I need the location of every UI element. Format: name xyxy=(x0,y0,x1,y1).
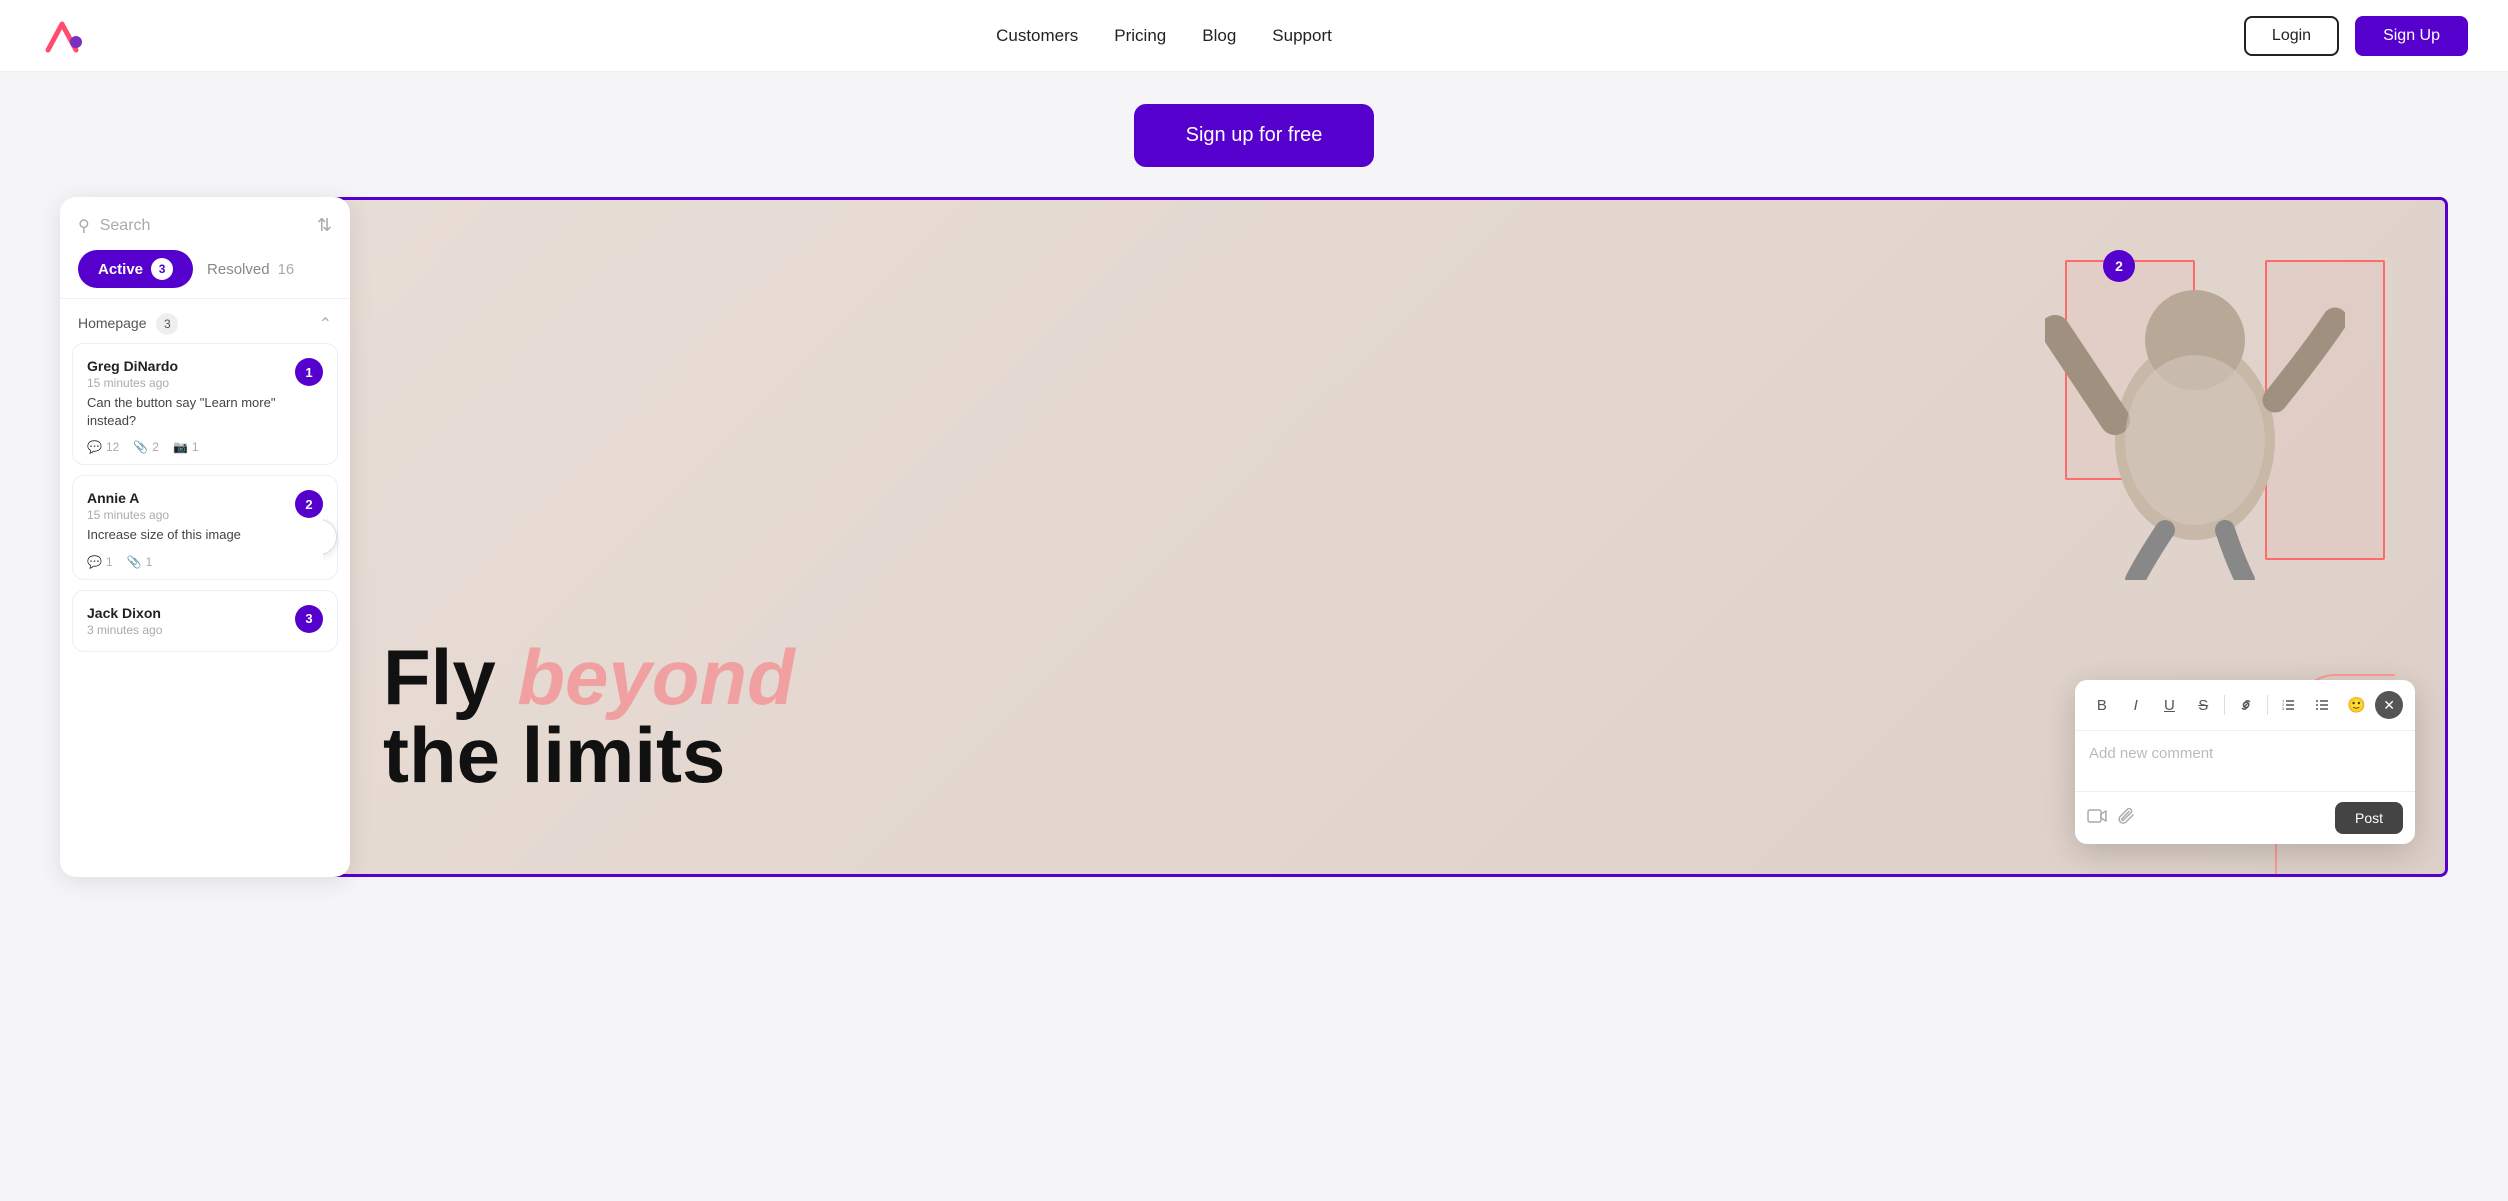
comment-attachments-2: 📎 1 xyxy=(127,555,153,569)
tab-resolved[interactable]: Resolved 16 xyxy=(193,250,308,288)
comment-badge-1: 1 xyxy=(295,358,323,386)
toolbar-italic[interactable]: I xyxy=(2121,690,2151,720)
comment-top-1: Greg DiNardo 15 minutes ago 1 xyxy=(87,358,323,390)
canvas-text-fly: Fly xyxy=(383,633,496,721)
sidebar-header: ⚲ Search ⇅ Active 3 Resolved 16 xyxy=(60,197,350,299)
comment-badge-2: 2 xyxy=(295,490,323,518)
toolbar-link[interactable] xyxy=(2231,690,2261,720)
toolbar-separator-1 xyxy=(2224,695,2225,715)
comment-info-2: Annie A 15 minutes ago xyxy=(87,490,169,522)
collapse-icon[interactable]: ⌃ xyxy=(319,314,332,334)
toolbar-bold[interactable]: B xyxy=(2087,690,2117,720)
canvas-area: ‹ 2 xyxy=(320,197,2448,877)
reply-icon-1: 💬 xyxy=(87,440,102,454)
toolbar-separator-2 xyxy=(2267,695,2268,715)
hero-area: Sign up for free xyxy=(0,72,2508,187)
comment-author-1: Greg DiNardo xyxy=(87,358,178,374)
post-button[interactable]: Post xyxy=(2335,802,2403,834)
tab-active[interactable]: Active 3 xyxy=(78,250,193,288)
editor-body[interactable]: Add new comment xyxy=(2075,731,2415,791)
sort-icon[interactable]: ⇅ xyxy=(317,215,332,236)
main-content: ⚲ Search ⇅ Active 3 Resolved 16 Homepage… xyxy=(0,187,2508,877)
comment-card-1[interactable]: Greg DiNardo 15 minutes ago 1 Can the bu… xyxy=(72,343,338,465)
canvas-text-beyond: beyond xyxy=(517,633,794,721)
search-label: Search xyxy=(100,217,307,235)
nav-support[interactable]: Support xyxy=(1272,26,1332,46)
comment-replies-1: 💬 12 xyxy=(87,440,119,454)
toolbar-strikethrough[interactable]: S xyxy=(2188,690,2218,720)
toolbar-emoji[interactable]: 🙂 xyxy=(2341,690,2371,720)
image-icon-1: 📷 xyxy=(173,440,188,454)
comment-text-1: Can the button say "Learn more" instead? xyxy=(87,394,323,430)
comment-meta-1: 💬 12 📎 2 📷 1 xyxy=(87,440,323,454)
canvas-text-limits: the limits xyxy=(383,716,795,794)
svg-text:3: 3 xyxy=(2282,706,2285,711)
comment-info-1: Greg DiNardo 15 minutes ago xyxy=(87,358,178,390)
comment-time-2: 15 minutes ago xyxy=(87,508,169,522)
section-header: Homepage 3 ⌃ xyxy=(60,299,350,343)
video-icon[interactable] xyxy=(2087,806,2107,831)
editor-close-button[interactable]: ✕ xyxy=(2375,691,2403,719)
comment-attachments-1: 📎 2 xyxy=(133,440,159,454)
editor-footer: Post xyxy=(2075,791,2415,844)
toolbar-ordered-list[interactable]: 123 xyxy=(2274,690,2304,720)
editor-footer-icons xyxy=(2087,806,2137,831)
nav-actions: Login Sign Up xyxy=(2244,16,2468,56)
comment-card-3[interactable]: Jack Dixon 3 minutes ago 3 xyxy=(72,590,338,652)
comment-editor: B I U S 123 🙂 ✕ xyxy=(2075,680,2415,844)
tab-resolved-label: Resolved xyxy=(207,261,270,278)
tab-active-badge: 3 xyxy=(151,258,173,280)
comment-text-2: Increase size of this image xyxy=(87,526,323,544)
attach-icon-1: 📎 xyxy=(133,440,148,454)
nav-customers[interactable]: Customers xyxy=(996,26,1078,46)
signup-button[interactable]: Sign Up xyxy=(2355,16,2468,56)
nav-blog[interactable]: Blog xyxy=(1202,26,1236,46)
navbar: Customers Pricing Blog Support Login Sig… xyxy=(0,0,2508,72)
editor-placeholder: Add new comment xyxy=(2089,745,2213,762)
comment-meta-2: 💬 1 📎 1 xyxy=(87,555,323,569)
search-icon: ⚲ xyxy=(78,216,90,236)
comment-author-2: Annie A xyxy=(87,490,169,506)
signup-hero-button[interactable]: Sign up for free xyxy=(1134,104,1375,167)
login-button[interactable]: Login xyxy=(2244,16,2339,56)
comment-author-3: Jack Dixon xyxy=(87,605,162,621)
comment-time-3: 3 minutes ago xyxy=(87,623,162,637)
tab-resolved-badge: 16 xyxy=(278,261,295,278)
attach-icon-2: 📎 xyxy=(127,555,142,569)
comment-info-3: Jack Dixon 3 minutes ago xyxy=(87,605,162,637)
comment-replies-2: 💬 1 xyxy=(87,555,113,569)
section-label: Homepage 3 xyxy=(78,313,178,335)
comment-top-3: Jack Dixon 3 minutes ago 3 xyxy=(87,605,323,637)
comment-badge-3: 3 xyxy=(295,605,323,633)
canvas-person-image xyxy=(2045,240,2345,580)
toolbar-unordered-list[interactable] xyxy=(2308,690,2338,720)
nav-pricing[interactable]: Pricing xyxy=(1114,26,1166,46)
nav-links: Customers Pricing Blog Support xyxy=(996,26,1332,46)
comment-images-1: 📷 1 xyxy=(173,440,199,454)
attachment-icon[interactable] xyxy=(2117,806,2137,831)
reply-icon-2: 💬 xyxy=(87,555,102,569)
comment-time-1: 15 minutes ago xyxy=(87,376,178,390)
editor-toolbar: B I U S 123 🙂 ✕ xyxy=(2075,680,2415,731)
comment-top-2: Annie A 15 minutes ago 2 xyxy=(87,490,323,522)
sidebar-panel: ⚲ Search ⇅ Active 3 Resolved 16 Homepage… xyxy=(60,197,350,877)
logo xyxy=(40,14,84,58)
section-count: 3 xyxy=(156,313,178,335)
search-row: ⚲ Search ⇅ xyxy=(78,215,332,236)
canvas-headline: Fly beyond the limits xyxy=(383,638,795,794)
canvas-inner: 2 xyxy=(323,200,2445,874)
toolbar-underline[interactable]: U xyxy=(2155,690,2185,720)
tab-row: Active 3 Resolved 16 xyxy=(78,250,332,288)
tab-active-label: Active xyxy=(98,261,143,278)
comment-card-2[interactable]: Annie A 15 minutes ago 2 Increase size o… xyxy=(72,475,338,579)
